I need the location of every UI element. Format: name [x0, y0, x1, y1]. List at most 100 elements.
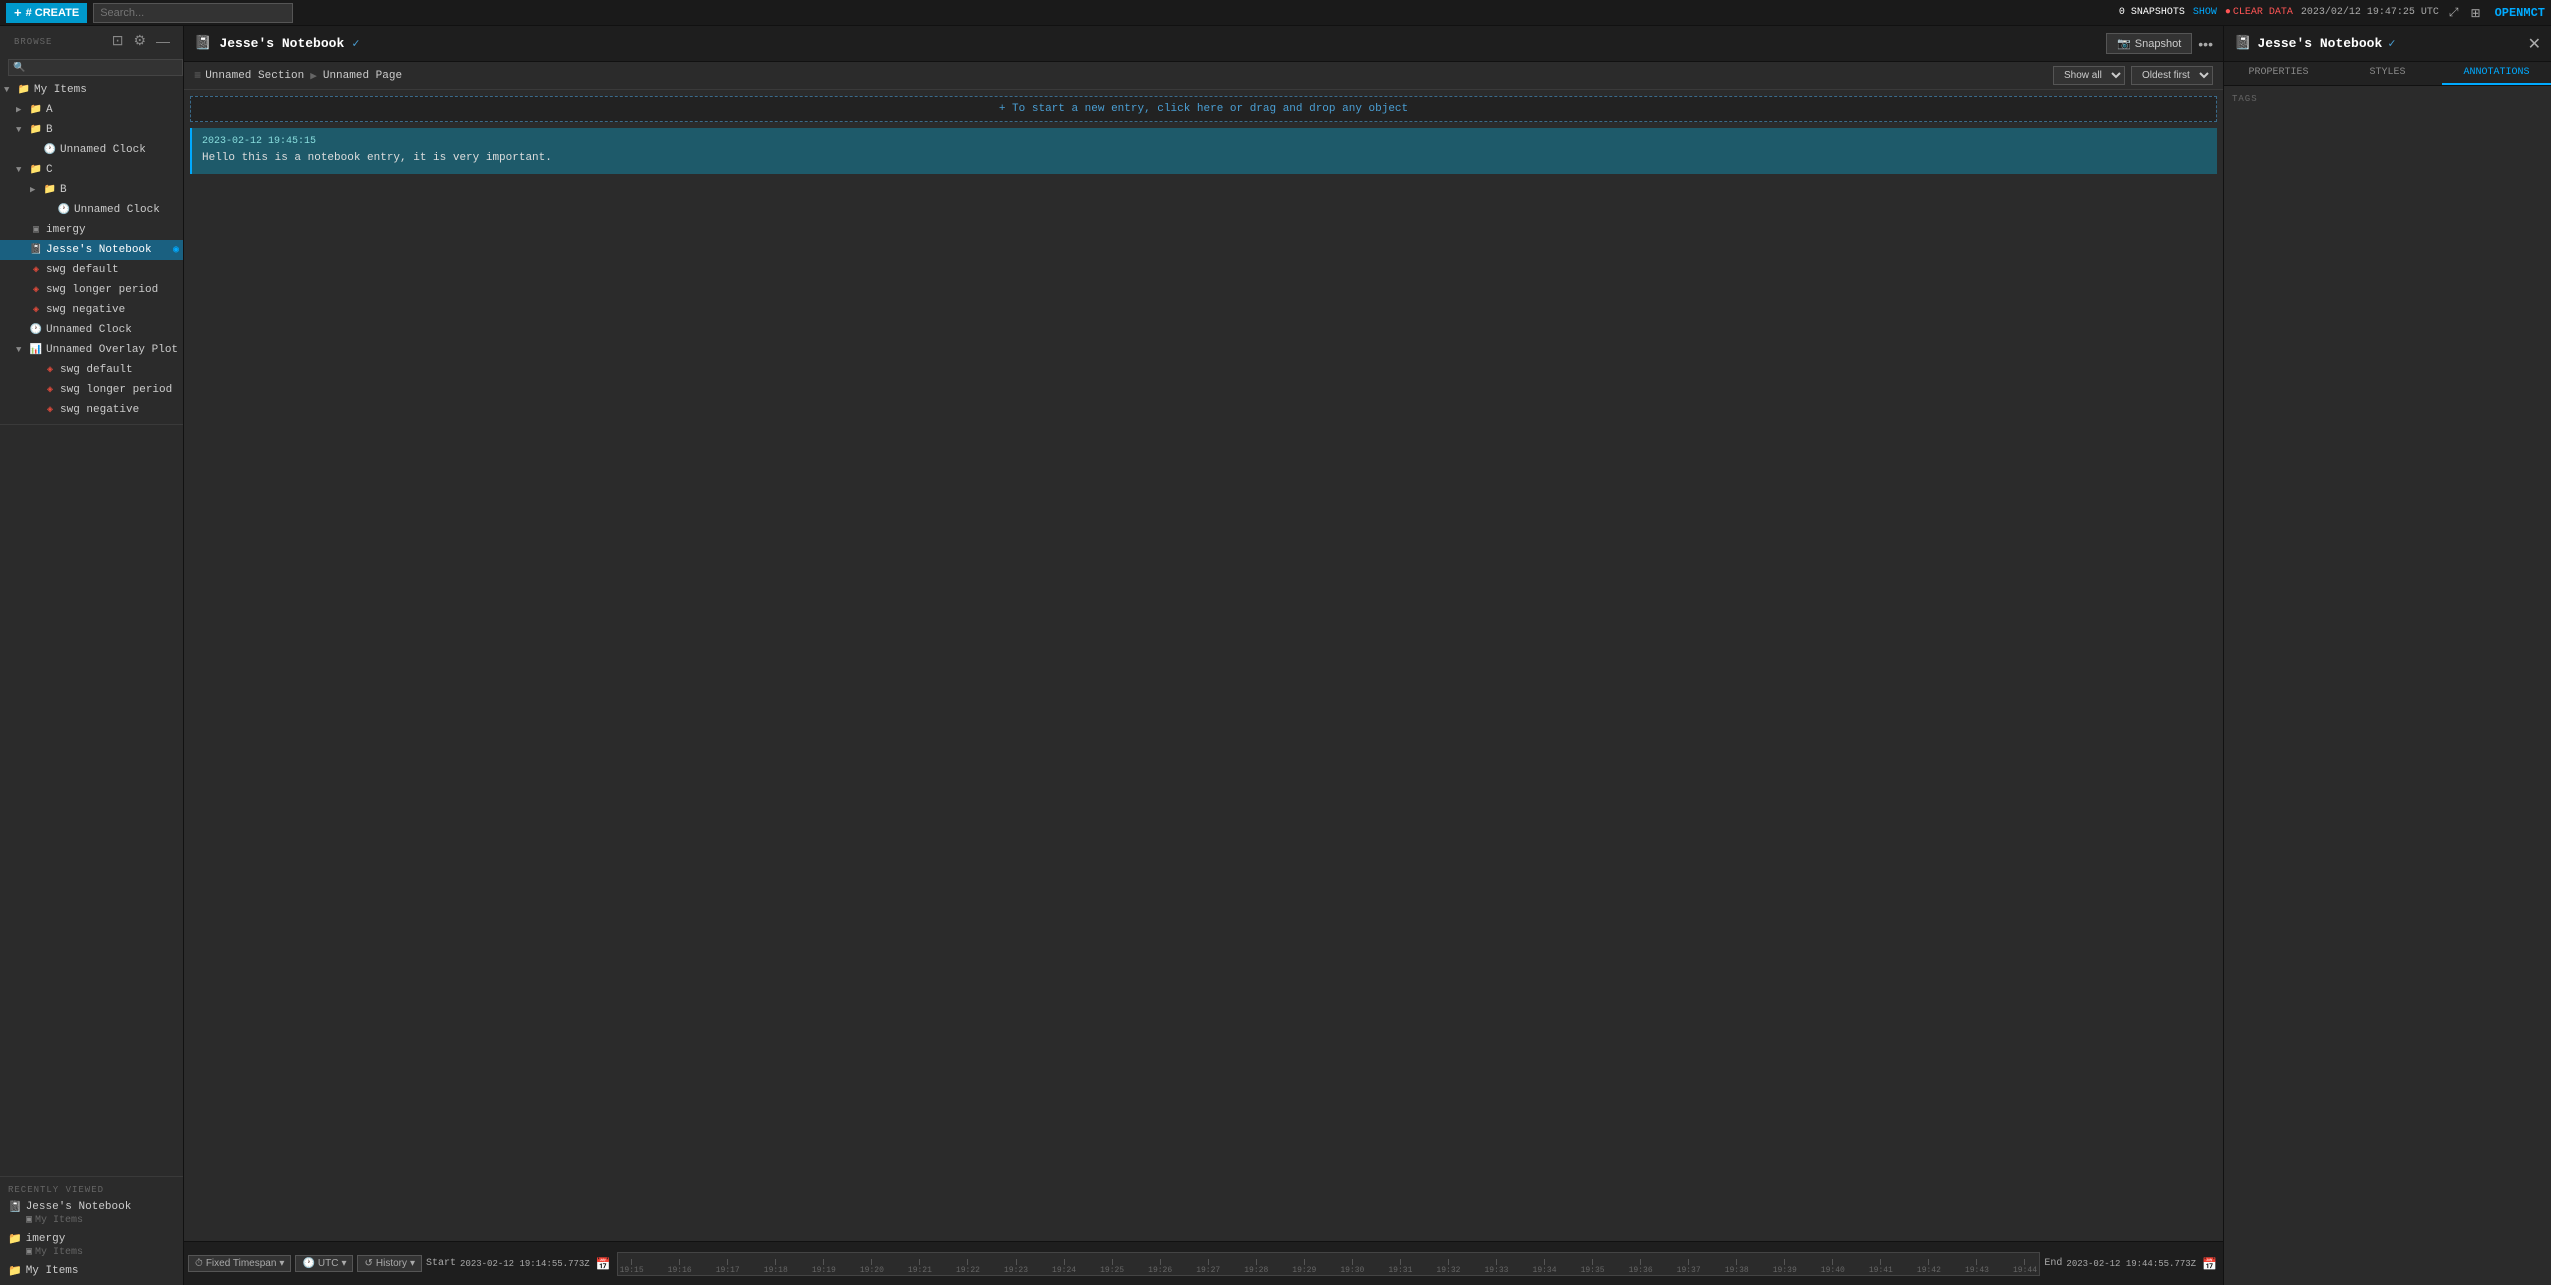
history-icon: ↺ — [364, 1258, 372, 1269]
tree-item-my-items[interactable]: ▼ 📁 My Items — [0, 80, 183, 100]
tree-area: ▼ 📁 My Items ▶ 📁 A ▼ 📁 B 🕐 Unnamed Clock — [0, 80, 183, 1176]
toggle-icon: ▼ — [16, 165, 26, 175]
tick-1937: 19:37 — [1677, 1259, 1701, 1275]
swg-icon: ◈ — [29, 303, 43, 317]
object-title: Jesse's Notebook — [219, 36, 344, 51]
search-input[interactable] — [93, 3, 293, 23]
rv-item-jesses-notebook[interactable]: 📓 Jesse's Notebook ▣ My Items — [0, 1197, 183, 1229]
tree-item-swg-longer-2[interactable]: ◈ swg longer period — [0, 380, 183, 400]
tab-annotations[interactable]: ANNOTATIONS — [2442, 62, 2551, 85]
timeline-track[interactable]: 19:15 19:16 19:17 19:18 19:19 19:20 19:2… — [617, 1252, 2041, 1276]
tree-item-unnamed-clock-2[interactable]: 🕐 Unnamed Clock — [0, 200, 183, 220]
tree-item-swg-negative-1[interactable]: ◈ swg negative — [0, 300, 183, 320]
rv-name-label: My Items — [26, 1265, 79, 1277]
start-label: Start — [426, 1258, 456, 1269]
tree-item-swg-default-1[interactable]: ◈ swg default — [0, 260, 183, 280]
history-btn[interactable]: ↺ History ▾ — [357, 1255, 422, 1272]
tree-item-unnamed-clock-1[interactable]: 🕐 Unnamed Clock — [0, 140, 183, 160]
tick-1915: 19:15 — [620, 1259, 644, 1275]
rv-item-my-items[interactable]: 📁 My Items — [0, 1261, 183, 1281]
fixed-timespan-btn[interactable]: ⏱ Fixed Timespan ▾ — [188, 1255, 291, 1272]
clock-icon: 🕐 — [43, 143, 57, 157]
sidebar-expand-btn[interactable]: ⊡ — [109, 31, 127, 50]
snapshot-label: Snapshot — [2135, 38, 2181, 50]
folder-icon: 📁 — [29, 123, 43, 137]
start-time: 2023-02-12 19:14:55.773Z — [460, 1259, 590, 1269]
utc-btn[interactable]: 🕐 UTC ▾ — [295, 1255, 353, 1272]
create-button[interactable]: + # CREATE — [6, 3, 87, 23]
sidebar-settings-btn[interactable]: ⚙ — [130, 31, 149, 50]
more-options-btn[interactable]: ••• — [2198, 36, 2213, 52]
tree-item-swg-negative-2[interactable]: ◈ swg negative — [0, 400, 183, 420]
swg-icon: ◈ — [43, 403, 57, 417]
breadcrumb-sep: ▶ — [310, 69, 317, 83]
tree-item-unnamed-overlay[interactable]: ▼ 📊 Unnamed Overlay Plot — [0, 340, 183, 360]
tree-item-swg-default-2[interactable]: ◈ swg default — [0, 360, 183, 380]
entries-area: + To start a new entry, click here or dr… — [184, 90, 2223, 1241]
end-calendar-btn[interactable]: 📅 — [2200, 1255, 2219, 1273]
tree-item-swg-longer-1[interactable]: ◈ swg longer period — [0, 280, 183, 300]
tree-item-b[interactable]: ▼ 📁 B — [0, 120, 183, 140]
swg-icon: ◈ — [43, 383, 57, 397]
snapshot-show-btn[interactable]: SHOW — [2193, 7, 2217, 18]
tree-item-imergy[interactable]: ▣ imergy — [0, 220, 183, 240]
clear-data-btn[interactable]: CLEAR DATA — [2233, 7, 2293, 18]
timestamp-display: 2023/02/12 19:47:25 UTC — [2301, 7, 2439, 18]
oldest-first-select[interactable]: Oldest first — [2131, 66, 2213, 85]
tree-label: Unnamed Clock — [74, 204, 160, 216]
tree-item-c[interactable]: ▼ 📁 C — [0, 160, 183, 180]
notebook-icon: 📓 — [8, 1200, 22, 1214]
tree-item-unnamed-clock-3[interactable]: 🕐 Unnamed Clock — [0, 320, 183, 340]
tree-label: Jesse's Notebook — [46, 244, 152, 256]
show-all-select[interactable]: Show all — [2053, 66, 2125, 85]
tree-label: My Items — [34, 84, 87, 96]
object-check-icon: ✓ — [352, 36, 359, 51]
new-entry-text: + To start a new entry, click here or dr… — [999, 103, 1408, 115]
left-sidebar: BROWSE ⊡ ⚙ — ▼ 📁 My Items ▶ 📁 A — [0, 26, 184, 1285]
tree-item-a[interactable]: ▶ 📁 A — [0, 100, 183, 120]
tick-1926: 19:26 — [1148, 1259, 1172, 1275]
tab-properties[interactable]: PROPERTIES — [2224, 62, 2333, 85]
tree-label: B — [60, 184, 67, 196]
browse-label: BROWSE — [6, 33, 60, 49]
tree-label: swg longer period — [46, 284, 158, 296]
object-icon: 📓 — [194, 35, 211, 52]
tree-label: Unnamed Overlay Plot — [46, 344, 178, 356]
tree-item-jesses-notebook[interactable]: 📓 Jesse's Notebook ◉ — [0, 240, 183, 260]
sidebar-collapse-btn[interactable]: — — [153, 32, 173, 50]
tab-styles[interactable]: STYLES — [2333, 62, 2442, 85]
timespan-icon: ⏱ — [195, 1258, 203, 1269]
clock-icon: 🕐 — [302, 1258, 314, 1269]
swg-icon: ◈ — [43, 363, 57, 377]
layout-btn[interactable]: ⊞ — [2469, 4, 2483, 22]
tree-item-b-sub[interactable]: ▶ 📁 B — [0, 180, 183, 200]
tick-1932: 19:32 — [1436, 1259, 1460, 1275]
breadcrumb-controls: Show all Oldest first — [2053, 66, 2213, 85]
tick-1943: 19:43 — [1965, 1259, 1989, 1275]
toggle-icon: ▶ — [30, 185, 40, 195]
sidebar-search-input[interactable] — [8, 59, 183, 76]
rp-close-btn[interactable]: ✕ — [2528, 34, 2541, 54]
tick-1924: 19:24 — [1052, 1259, 1076, 1275]
folder-icon: 📁 — [29, 103, 43, 117]
tick-1939: 19:39 — [1773, 1259, 1797, 1275]
start-calendar-btn[interactable]: 📅 — [594, 1255, 613, 1273]
new-entry-prompt[interactable]: + To start a new entry, click here or dr… — [190, 96, 2217, 122]
tick-1928: 19:28 — [1244, 1259, 1268, 1275]
rv-item-imergy[interactable]: 📁 imergy ▣ My Items — [0, 1229, 183, 1261]
recently-viewed-label: RECENTLY VIEWED — [0, 1181, 183, 1197]
notebook-area: ≡ Unnamed Section ▶ Unnamed Page Show al… — [184, 62, 2223, 1241]
folder-icon: 📁 — [43, 183, 57, 197]
timeline-bar: ⏱ Fixed Timespan ▾ 🕐 UTC ▾ ↺ History ▾ S… — [184, 1241, 2223, 1285]
top-bar-right: 0 SNAPSHOTS SHOW ● CLEAR DATA 2023/02/12… — [2119, 3, 2545, 22]
tick-1916: 19:16 — [668, 1259, 692, 1275]
tab-annotations-label: ANNOTATIONS — [2463, 67, 2529, 78]
tree-label: imergy — [46, 224, 86, 236]
folder-icon: ▣ — [26, 1246, 32, 1258]
expand-btn[interactable]: ⤢ — [2447, 3, 2461, 22]
create-label: # CREATE — [26, 7, 80, 19]
snapshot-button[interactable]: 📷 Snapshot — [2106, 33, 2192, 54]
tick-1920: 19:20 — [860, 1259, 884, 1275]
active-indicator: ◉ — [173, 244, 179, 256]
toggle-icon: ▶ — [16, 105, 26, 115]
